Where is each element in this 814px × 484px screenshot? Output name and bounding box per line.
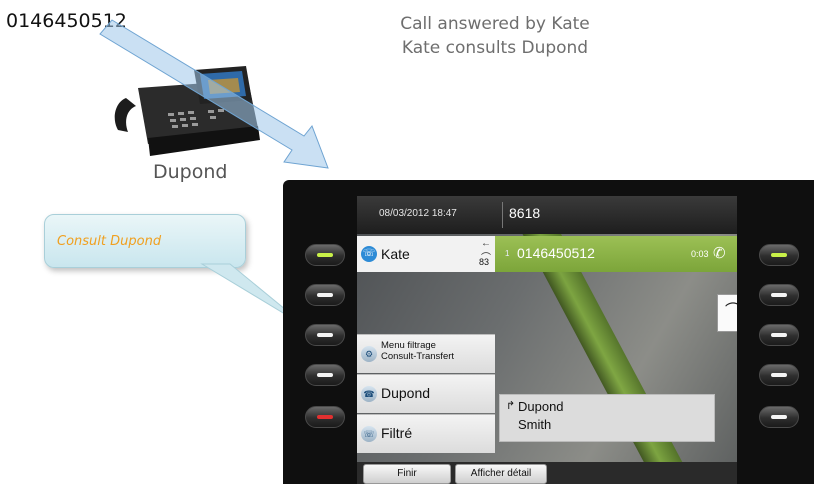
afficher-detail-softkey[interactable]: Afficher détail <box>455 464 547 484</box>
active-call-session[interactable]: 1 0146450512 0:03 ✆ <box>495 236 737 272</box>
left-line-button-3[interactable] <box>305 324 345 346</box>
filter-icon: ☏ <box>361 426 377 442</box>
callout-bubble: Consult Dupond <box>44 214 246 268</box>
left-line-button-1[interactable] <box>305 244 345 266</box>
right-session-button-2[interactable] <box>759 284 799 306</box>
softkey-bar: Finir Afficher détail <box>357 462 737 484</box>
caption-line-2: Kate consults Dupond <box>401 38 589 58</box>
right-session-button-3[interactable] <box>759 324 799 346</box>
line-label: Kate <box>381 246 410 262</box>
filter-row[interactable]: ☏ Filtré <box>357 414 495 453</box>
status-bar: 08/03/2012 18:47 8618 <box>357 196 737 234</box>
phone-screen: 08/03/2012 18:47 8618 ☏ Kate ← ⌒ 83 1 014… <box>357 196 737 484</box>
menu-line-2: Consult-Transfert <box>381 351 455 362</box>
call-direction-icon: ↱ <box>506 400 516 412</box>
status-extension: 8618 <box>509 205 541 221</box>
left-line-button-5[interactable] <box>305 406 345 428</box>
phone-line-icon: ☏ <box>361 246 377 262</box>
call-duration: 0:03 <box>691 249 709 259</box>
menu-filtrage-row[interactable]: ⚙ Menu filtrage Consult-Transfert <box>357 334 495 373</box>
handset-icon: ☎ <box>361 386 377 402</box>
left-line-button-4[interactable] <box>305 364 345 386</box>
ip-phone-display: 08/03/2012 18:47 8618 ☏ Kate ← ⌒ 83 1 014… <box>283 180 814 484</box>
settings-icon: ⚙ <box>361 346 377 362</box>
line-count: 83 <box>479 257 490 267</box>
caption-line-1: Call answered by Kate <box>400 14 590 34</box>
contact-name: Dupond <box>518 399 564 414</box>
hang-up-icon[interactable]: ⌒ <box>717 294 737 332</box>
finir-softkey[interactable]: Finir <box>363 464 451 484</box>
transfer-arrow <box>99 19 329 169</box>
left-line-button-2[interactable] <box>305 284 345 306</box>
right-session-button-4[interactable] <box>759 364 799 386</box>
callout-text: Consult Dupond <box>57 234 162 249</box>
filter-label: Filtré <box>381 425 413 441</box>
speed-dial-dupond[interactable]: ☎ Dupond <box>357 374 495 413</box>
desk-phone-name: Dupond <box>153 161 228 183</box>
contact-surname: Smith <box>518 417 552 432</box>
call-number: 0146450512 <box>517 245 595 261</box>
call-index: 1 <box>505 249 510 258</box>
menu-line-1: Menu filtrage <box>381 340 436 351</box>
status-separator <box>502 202 503 228</box>
right-session-button-1[interactable] <box>759 244 799 266</box>
status-date: 08/03/2012 18:47 <box>379 208 457 219</box>
call-info-card: ↱ Dupond Smith <box>499 394 715 442</box>
line-kate[interactable]: ☏ Kate ← ⌒ 83 <box>357 236 495 272</box>
speed-dial-label: Dupond <box>381 385 431 401</box>
active-call-icon: ✆ <box>713 245 726 262</box>
right-session-button-5[interactable] <box>759 406 799 428</box>
